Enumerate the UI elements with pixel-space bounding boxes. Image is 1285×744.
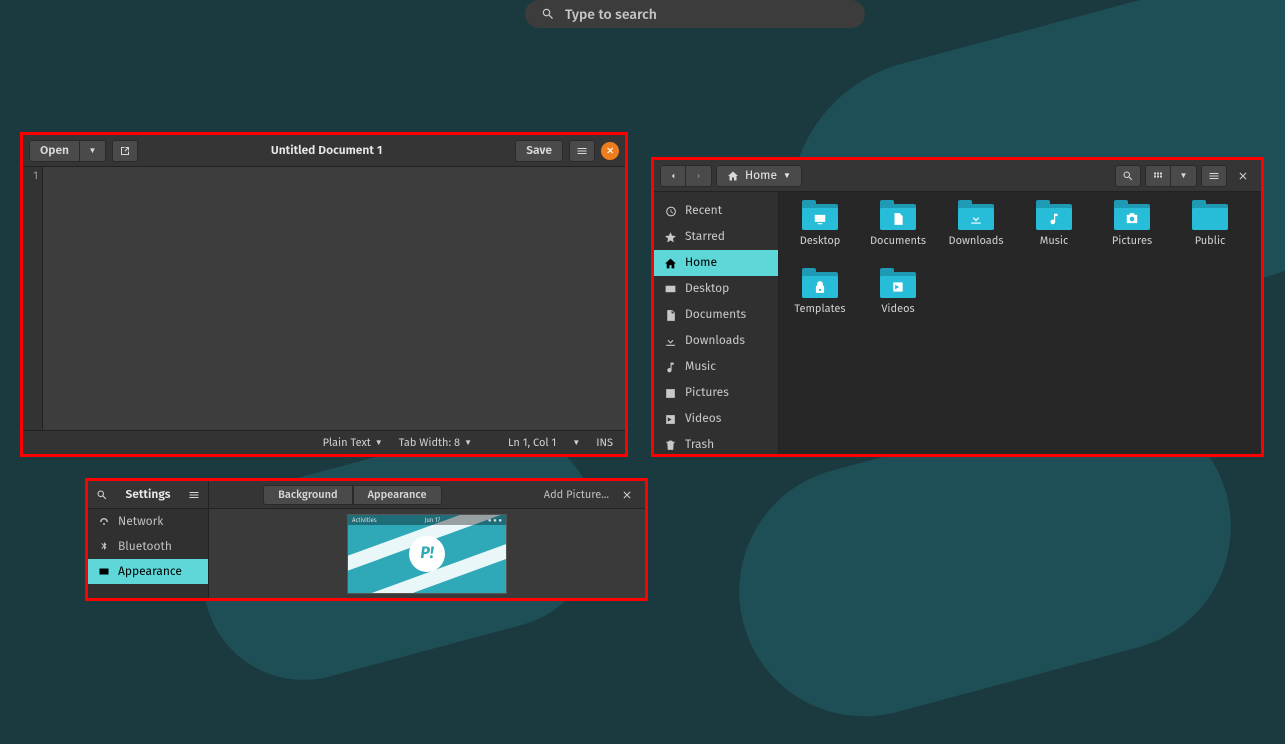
sidebar-item-documents[interactable]: Documents — [654, 302, 778, 328]
hamburger-menu-button[interactable] — [569, 140, 595, 162]
folder-icon — [802, 200, 838, 230]
folder-music[interactable]: Music — [1016, 200, 1092, 262]
open-button[interactable]: Open — [29, 140, 80, 162]
settings-content: Activities Jun 17 ● ● ● P! — [209, 509, 645, 598]
preview-topbar: Activities Jun 17 ● ● ● — [348, 515, 506, 525]
folder-icon — [958, 200, 994, 230]
new-tab-button[interactable] — [112, 140, 138, 162]
settings-window[interactable]: Settings Background Appearance Add Pictu… — [85, 478, 648, 601]
open-button-group: Open ▼ — [29, 140, 106, 162]
tab-background[interactable]: Background — [263, 485, 352, 505]
pop-os-logo: P! — [409, 536, 445, 572]
folder-icon — [1114, 200, 1150, 230]
folder-icon — [802, 268, 838, 298]
tab-appearance[interactable]: Appearance — [353, 485, 442, 505]
close-button[interactable] — [1231, 165, 1255, 187]
sidebar-item-desktop[interactable]: Desktop — [654, 276, 778, 302]
nav-buttons — [660, 165, 712, 187]
search-placeholder: Type to search — [565, 6, 657, 23]
folder-public[interactable]: Public — [1172, 200, 1248, 262]
tab-width-selector[interactable]: Tab Width: 8▼ — [395, 436, 476, 449]
sidebar-item-trash[interactable]: Trash — [654, 432, 778, 457]
save-button[interactable]: Save — [515, 140, 563, 162]
folder-icon — [1192, 200, 1228, 230]
folder-videos[interactable]: Videos — [860, 268, 936, 330]
insert-mode[interactable]: INS — [592, 436, 617, 449]
hamburger-menu-button[interactable] — [1201, 165, 1227, 187]
hamburger-menu-button[interactable] — [180, 489, 208, 501]
close-button[interactable] — [615, 484, 639, 506]
sidebar-item-network[interactable]: Network — [88, 509, 208, 534]
sidebar-item-appearance[interactable]: Appearance — [88, 559, 208, 584]
status-bar: Plain Text▼ Tab Width: 8▼ Ln 1, Col 1 ▼ … — [23, 430, 625, 454]
sidebar-item-music[interactable]: Music — [654, 354, 778, 380]
settings-title: Settings — [116, 488, 180, 502]
sidebar-item-bluetooth[interactable]: Bluetooth — [88, 534, 208, 559]
sidebar-item-recent[interactable]: Recent — [654, 198, 778, 224]
search-button[interactable] — [1115, 165, 1141, 187]
view-toggle-button[interactable] — [1145, 165, 1171, 187]
wallpaper-preview[interactable]: Activities Jun 17 ● ● ● P! — [347, 514, 507, 594]
cursor-dropdown[interactable]: ▼ — [568, 438, 584, 448]
sidebar-item-downloads[interactable]: Downloads — [654, 328, 778, 354]
sidebar-item-pictures[interactable]: Pictures — [654, 380, 778, 406]
close-button[interactable] — [601, 142, 619, 160]
text-editor-window[interactable]: Open ▼ Untitled Document 1 Save 1 Plain … — [20, 132, 628, 457]
folder-icon — [880, 200, 916, 230]
open-recent-dropdown[interactable]: ▼ — [80, 140, 106, 162]
chevron-down-icon: ▼ — [783, 171, 791, 181]
search-icon — [541, 7, 555, 21]
search-button[interactable] — [88, 489, 116, 501]
settings-headerbar: Settings Background Appearance Add Pictu… — [88, 481, 645, 509]
pathbar-home[interactable]: Home ▼ — [716, 165, 802, 187]
files-headerbar: Home ▼ ▼ — [654, 160, 1261, 192]
files-sidebar: Recent Starred Home Desktop Documents Do… — [654, 192, 779, 454]
text-editor-body: 1 — [23, 167, 625, 430]
view-options-dropdown[interactable]: ▼ — [1171, 165, 1197, 187]
text-editor-headerbar: Open ▼ Untitled Document 1 Save — [23, 135, 625, 167]
files-icon-grid[interactable]: Desktop Documents Downloads Music Pictur… — [779, 192, 1261, 454]
pathbar-label: Home — [745, 169, 777, 183]
settings-sidebar: Network Bluetooth Appearance — [88, 509, 209, 598]
view-switcher: Background Appearance — [263, 485, 441, 505]
cursor-position: Ln 1, Col 1 — [504, 436, 560, 449]
sidebar-item-starred[interactable]: Starred — [654, 224, 778, 250]
folder-pictures[interactable]: Pictures — [1094, 200, 1170, 262]
syntax-selector[interactable]: Plain Text▼ — [319, 436, 387, 449]
back-button[interactable] — [660, 165, 686, 187]
folder-icon — [880, 268, 916, 298]
folder-documents[interactable]: Documents — [860, 200, 936, 262]
text-area[interactable] — [43, 167, 625, 430]
folder-desktop[interactable]: Desktop — [782, 200, 858, 262]
forward-button[interactable] — [686, 165, 712, 187]
line-number-gutter: 1 — [23, 167, 43, 430]
sidebar-item-videos[interactable]: Videos — [654, 406, 778, 432]
files-window[interactable]: Home ▼ ▼ Recent Starred Home Desktop Doc… — [651, 157, 1264, 457]
document-title: Untitled Document 1 — [138, 144, 515, 158]
home-icon — [727, 170, 739, 182]
folder-downloads[interactable]: Downloads — [938, 200, 1014, 262]
sidebar-item-home[interactable]: Home — [654, 250, 778, 276]
folder-templates[interactable]: Templates — [782, 268, 858, 330]
folder-icon — [1036, 200, 1072, 230]
add-picture-button[interactable]: Add Picture... — [538, 488, 615, 501]
activities-search[interactable]: Type to search — [525, 0, 865, 28]
